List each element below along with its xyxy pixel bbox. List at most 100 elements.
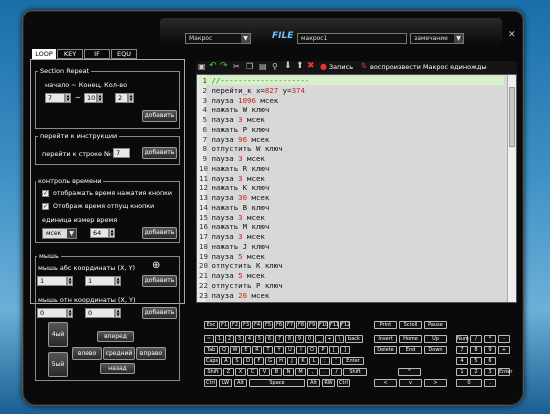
key-g[interactable]: G	[265, 357, 275, 365]
mouse-button-4[interactable]: 4ый	[48, 322, 68, 347]
key-symbol[interactable]: <	[374, 379, 397, 387]
editor-line[interactable]: 9 пауза 3 мсек	[199, 154, 265, 163]
key-9[interactable]: 9	[484, 346, 496, 354]
editor-line[interactable]: 8 отпустить W ключ	[199, 144, 283, 153]
editor-line[interactable]: 12 нажать K ключ	[199, 183, 269, 192]
key-pause[interactable]: Pause	[424, 321, 447, 329]
mouse-forward-button[interactable]: вперед	[97, 331, 134, 342]
key-f7[interactable]: F7	[285, 321, 295, 329]
editor-line[interactable]: 18 нажать J ключ	[199, 242, 269, 251]
editor-line[interactable]: 2 перейти_к x=827 y=374	[199, 86, 305, 95]
cut-icon[interactable]: ✂	[233, 62, 240, 71]
key-symbol[interactable]: .	[484, 379, 496, 387]
key-v[interactable]: v	[399, 379, 422, 387]
editor-line[interactable]: 20 отпустить K ключ	[199, 261, 283, 270]
key-end[interactable]: End	[399, 346, 422, 354]
key-symbol[interactable]: >	[424, 379, 447, 387]
key-symbol[interactable]: ,	[307, 368, 318, 376]
key-y[interactable]: Y	[274, 346, 284, 354]
mouse-left-button[interactable]: влево	[72, 347, 102, 360]
key-symbol[interactable]: /	[331, 368, 342, 376]
key-6[interactable]: 6	[265, 335, 274, 343]
key-f9[interactable]: F9	[307, 321, 317, 329]
key-q[interactable]: Q	[219, 346, 229, 354]
key-symbol[interactable]: *	[484, 335, 496, 343]
key-2[interactable]: 2	[225, 335, 234, 343]
move-down-icon[interactable]: ⬇	[284, 61, 292, 71]
key-insert[interactable]: Insert	[374, 335, 397, 343]
paste-icon[interactable]: ▤	[259, 62, 267, 71]
key-a[interactable]: A	[221, 357, 231, 365]
key-1[interactable]: 1	[456, 368, 468, 376]
key-4[interactable]: 4	[456, 357, 468, 365]
redo-icon[interactable]: ↷	[220, 61, 228, 71]
macro-name-field[interactable]: макрос1	[297, 33, 407, 44]
key-f[interactable]: F	[254, 357, 264, 365]
key-tab[interactable]: Tab	[204, 346, 218, 354]
key-f4[interactable]: F4	[252, 321, 262, 329]
key-k[interactable]: K	[298, 357, 308, 365]
key-7[interactable]: 7	[275, 335, 284, 343]
key-8[interactable]: 8	[285, 335, 294, 343]
mouse-rel-x-input[interactable]: 0	[37, 308, 67, 318]
key-symbol[interactable]: +	[498, 346, 510, 354]
key-u[interactable]: U	[285, 346, 295, 354]
key-symbol[interactable]: ;	[320, 357, 330, 365]
key-m[interactable]: M	[295, 368, 306, 376]
key-8[interactable]: 8	[470, 346, 482, 354]
tab-if[interactable]: IF	[84, 49, 110, 59]
tab-loop[interactable]: LOOP	[32, 49, 56, 59]
key-rw[interactable]: RW	[322, 379, 335, 387]
key-6[interactable]: 6	[484, 357, 496, 365]
key-5[interactable]: 5	[255, 335, 264, 343]
macro-type-select[interactable]: Макрос ▼	[185, 33, 251, 44]
key-1[interactable]: 1	[215, 335, 224, 343]
key-symbol[interactable]: ]	[340, 346, 350, 354]
key-enter[interactable]: Enter	[498, 368, 512, 376]
mouse-rel-y-input[interactable]: 0	[85, 308, 115, 318]
key-0[interactable]: 0	[456, 379, 482, 387]
record-label[interactable]: Запись	[329, 63, 353, 71]
mouse-back-button[interactable]: назад	[100, 363, 135, 374]
repeat-start-spinner[interactable]: ▲ ▼	[65, 93, 71, 103]
macro-script-editor[interactable]: 1 //-------------------- 2 перейти_к x=82…	[196, 74, 517, 303]
editor-line[interactable]: 5 пауза 3 мсек	[199, 115, 265, 124]
key-3[interactable]: 3	[235, 335, 244, 343]
mouse-button-5[interactable]: 5ый	[48, 352, 68, 377]
key-print[interactable]: Print	[374, 321, 397, 329]
key-symbol[interactable]: \	[335, 335, 344, 343]
editor-line[interactable]: 13 пауза 30 мсек	[199, 193, 269, 202]
key-f5[interactable]: F5	[263, 321, 273, 329]
key-home[interactable]: Home	[399, 335, 422, 343]
key-symbol[interactable]: ~	[204, 335, 214, 343]
repeat-start-input[interactable]: 7	[45, 93, 65, 103]
key-r[interactable]: R	[252, 346, 262, 354]
key-f8[interactable]: F8	[296, 321, 306, 329]
key-l[interactable]: L	[309, 357, 319, 365]
editor-line[interactable]: 21 пауза 5 мсек	[199, 271, 265, 280]
mouse-rel-x-spinner[interactable]: ▲ ▼	[67, 308, 73, 318]
editor-line[interactable]: 3 пауза 1096 мсек	[199, 96, 279, 105]
key-f10[interactable]: F10	[318, 321, 328, 329]
repeat-count-input[interactable]: 2	[115, 93, 128, 103]
editor-line[interactable]: 7 пауза 96 мсек	[199, 135, 270, 144]
key-enter[interactable]: Enter	[342, 357, 364, 365]
comment-select[interactable]: замечание ▼	[410, 33, 464, 44]
key-b[interactable]: B	[271, 368, 282, 376]
key-v[interactable]: V	[259, 368, 270, 376]
key-alt[interactable]: Alt	[307, 379, 320, 387]
key-space[interactable]: Space	[249, 379, 305, 387]
move-up-icon[interactable]: ⬆	[296, 61, 304, 71]
key-c[interactable]: C	[247, 368, 258, 376]
delete-icon[interactable]: ✖	[307, 61, 315, 71]
key-e[interactable]: E	[241, 346, 251, 354]
close-icon[interactable]: ✕	[508, 30, 516, 40]
editor-line[interactable]: 14 нажать B ключ	[199, 203, 269, 212]
play-once-label[interactable]: воспроизвести Макрос единожды	[370, 63, 487, 71]
key-back[interactable]: back	[345, 335, 363, 343]
key-d[interactable]: D	[243, 357, 253, 365]
key-num[interactable]: Num	[456, 335, 469, 343]
editor-line[interactable]: 1 //--------------------	[199, 76, 504, 86]
key-symbol[interactable]: _	[315, 335, 324, 343]
editor-line[interactable]: 22 отпустить P ключ	[199, 281, 283, 290]
